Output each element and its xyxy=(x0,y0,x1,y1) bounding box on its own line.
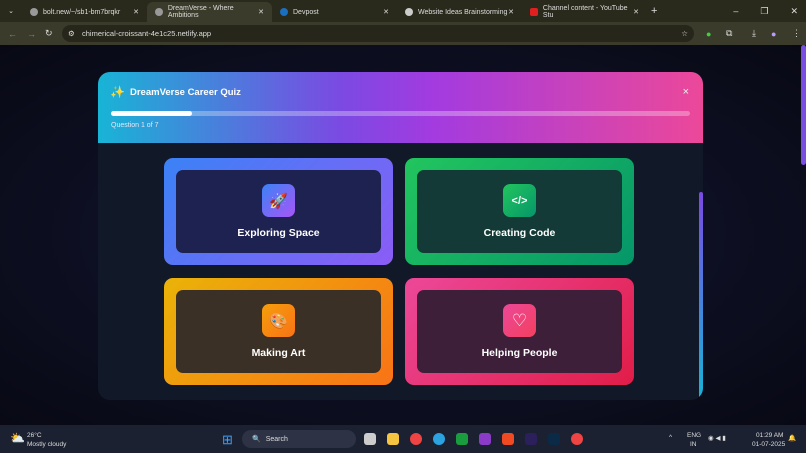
tab-strip: ⌄ bolt.new/~/sb1-bm7brqkr ✕ DreamVerse - … xyxy=(0,0,806,22)
palette-icon: 🎨 xyxy=(262,304,295,337)
heart-icon: ♡ xyxy=(503,304,536,337)
close-tab-icon[interactable]: ✕ xyxy=(508,8,514,16)
tab-search-button[interactable]: ⌄ xyxy=(0,7,22,15)
language[interactable]: ENG xyxy=(687,432,701,439)
search-label: Search xyxy=(265,435,288,443)
sparkles-icon: ✨ xyxy=(110,85,125,99)
region: IN xyxy=(690,441,697,448)
page-scrollbar[interactable] xyxy=(801,45,806,165)
option-helping-people[interactable]: ♡ Helping People xyxy=(405,278,634,385)
windows-start-icon[interactable]: ⊞ xyxy=(222,432,233,448)
tab-title: Devpost xyxy=(293,8,319,16)
bolt-icon xyxy=(30,8,38,16)
grammarly-icon[interactable]: ● xyxy=(706,29,711,39)
option-label: Creating Code xyxy=(483,227,556,239)
taskbar: ⛅ 26°C Mostly cloudy ⊞ 🔍 Search ^ ENG IN … xyxy=(0,425,806,453)
minimize-icon[interactable]: – xyxy=(733,6,738,17)
search-icon: 🔍 xyxy=(252,436,261,443)
chrome-icon[interactable] xyxy=(410,433,422,445)
url-text: chimerical-croissant-4e1c25.netlify.app xyxy=(82,29,212,38)
close-tab-icon[interactable]: ✕ xyxy=(258,8,264,16)
reload-icon[interactable]: ↻ xyxy=(45,28,53,39)
close-tab-icon[interactable]: ✕ xyxy=(383,8,389,16)
tab-youtube[interactable]: Channel content - YouTube Stu ✕ xyxy=(522,2,647,22)
premiere-icon[interactable] xyxy=(525,433,537,445)
progress-bar xyxy=(111,111,690,116)
code-icon: </> xyxy=(503,184,536,217)
weather-text: Mostly cloudy xyxy=(27,441,67,448)
progress-fill xyxy=(111,111,193,116)
tab-title: Website Ideas Brainstorming xyxy=(418,8,508,16)
chrome-active-icon[interactable] xyxy=(571,433,583,445)
globe-icon xyxy=(155,8,163,16)
option-label: Making Art xyxy=(251,347,306,359)
weather-icon[interactable]: ⛅ xyxy=(10,431,25,445)
photoshop-icon[interactable] xyxy=(548,433,560,445)
option-label: Exploring Space xyxy=(237,227,320,239)
bookmark-star-icon[interactable]: ☆ xyxy=(681,29,688,38)
address-bar-row: ← → ↻ ⚙ chimerical-croissant-4e1c25.netli… xyxy=(0,22,806,45)
tab-title: bolt.new/~/sb1-bm7brqkr xyxy=(43,8,121,16)
quiz-title: DreamVerse Career Quiz xyxy=(130,87,241,98)
tab-devpost[interactable]: Devpost ✕ xyxy=(272,2,397,22)
onenote-icon[interactable] xyxy=(479,433,491,445)
close-window-icon[interactable]: ✕ xyxy=(790,6,798,17)
rocket-icon: 🚀 xyxy=(262,184,295,217)
close-tab-icon[interactable]: ✕ xyxy=(633,8,639,16)
download-icon[interactable]: ⤓ xyxy=(752,28,756,39)
chatgpt-icon xyxy=(405,8,413,16)
evernote-icon[interactable] xyxy=(456,433,468,445)
close-icon[interactable]: × xyxy=(683,86,689,98)
url-input[interactable]: ⚙ chimerical-croissant-4e1c25.netlify.app… xyxy=(62,25,694,42)
modal-scrollbar[interactable] xyxy=(699,192,703,400)
option-label: Helping People xyxy=(481,347,558,359)
site-info-icon[interactable]: ⚙ xyxy=(68,29,75,38)
option-making-art[interactable]: 🎨 Making Art xyxy=(164,278,393,385)
task-view-icon[interactable] xyxy=(364,433,376,445)
devpost-icon xyxy=(280,8,288,16)
telegram-icon[interactable] xyxy=(433,433,445,445)
option-exploring-space[interactable]: 🚀 Exploring Space xyxy=(164,158,393,265)
option-creating-code[interactable]: </> Creating Code xyxy=(405,158,634,265)
show-hidden-icons[interactable]: ^ xyxy=(669,434,672,441)
question-counter: Question 1 of 7 xyxy=(111,122,159,129)
menu-icon[interactable]: ⋮ xyxy=(792,28,801,39)
forward-icon[interactable]: → xyxy=(27,29,36,39)
back-icon[interactable]: ← xyxy=(8,29,17,39)
brave-icon[interactable] xyxy=(502,433,514,445)
tab-title: Channel content - YouTube Stu xyxy=(542,5,628,19)
close-tab-icon[interactable]: ✕ xyxy=(133,8,139,16)
tab-bolt[interactable]: bolt.new/~/sb1-bm7brqkr ✕ xyxy=(22,2,147,22)
quiz-header: ✨ DreamVerse Career Quiz × Question 1 of… xyxy=(98,72,703,143)
temperature: 26°C xyxy=(27,432,42,439)
tab-dreamverse[interactable]: DreamVerse - Where Ambitions ✕ xyxy=(147,2,272,22)
clock-date[interactable]: 01-07-2025 xyxy=(752,441,785,448)
tab-title: DreamVerse - Where Ambitions xyxy=(167,5,234,19)
wifi-volume-battery-icons[interactable]: ◉ ◀ ▮ xyxy=(708,434,726,442)
profile-avatar[interactable]: ● xyxy=(771,29,776,39)
notification-icon[interactable]: 🔔 xyxy=(788,434,796,442)
extensions-icon[interactable]: ⧉ xyxy=(726,28,732,39)
taskbar-search[interactable]: 🔍 Search xyxy=(242,430,356,448)
tab-website-ideas[interactable]: Website Ideas Brainstorming ✕ xyxy=(397,2,522,22)
restore-icon[interactable]: ❐ xyxy=(760,6,768,17)
file-explorer-icon[interactable] xyxy=(387,433,399,445)
new-tab-button[interactable]: + xyxy=(651,5,657,17)
youtube-icon xyxy=(530,8,538,16)
clock-time[interactable]: 01:29 AM xyxy=(756,432,783,439)
